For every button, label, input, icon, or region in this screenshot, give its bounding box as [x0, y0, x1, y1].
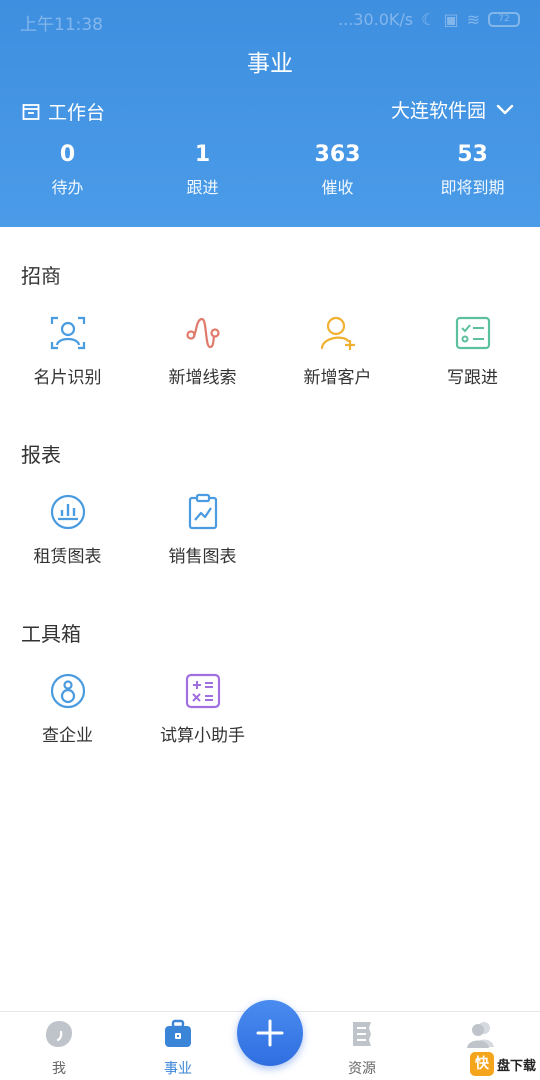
lease-chart-icon: [50, 494, 85, 530]
tab-me-label: 我: [52, 1061, 66, 1077]
new-customer-button[interactable]: 新增客户: [270, 313, 405, 388]
company-search-label: 查企业: [42, 726, 93, 746]
stat-value: 363: [314, 142, 361, 167]
stat-label: 待办: [51, 178, 84, 197]
lease-chart-label: 租赁图表: [33, 547, 102, 567]
stat-expiring[interactable]: 53 即将到期: [405, 140, 540, 198]
lead-icon: [185, 317, 220, 349]
stat-label: 跟进: [186, 178, 219, 197]
write-followup-button[interactable]: 写跟进: [405, 313, 540, 388]
stat-label: 催收: [321, 178, 354, 197]
add-customer-icon: [320, 316, 355, 350]
new-customer-label: 新增客户: [303, 368, 372, 388]
followup-icon: [455, 316, 490, 350]
card-scan-icon: [50, 316, 85, 350]
tab-business[interactable]: 事业: [124, 1018, 232, 1078]
watermark-logo: 快 盘下载: [469, 1052, 536, 1076]
briefcase-icon: [165, 1019, 191, 1047]
company-search-button[interactable]: 查企业: [0, 671, 135, 746]
stats-row: 0 待办 1 跟进 363 催收 53 即将到期: [0, 140, 540, 210]
sales-chart-button[interactable]: 销售图表: [135, 492, 270, 567]
stat-value: 53: [457, 142, 488, 167]
document-icon: [353, 1022, 371, 1046]
status-time: 上午11:38: [20, 15, 103, 35]
tab-resources-label: 资源: [348, 1061, 376, 1077]
add-button[interactable]: [237, 1000, 303, 1066]
card-scan-label: 名片识别: [33, 368, 102, 388]
tab-business-label: 事业: [164, 1061, 192, 1077]
stat-todo[interactable]: 0 待办: [0, 140, 135, 198]
chevron-down-icon: [496, 104, 514, 114]
calculator-button[interactable]: 试算小助手: [135, 671, 270, 746]
battery-icon: 72: [488, 12, 520, 27]
status-right: ...30.0K/s ☾ ▣ ≋ 72: [338, 10, 520, 29]
workbench-button[interactable]: 工作台: [22, 98, 105, 125]
sim-icon: ▣: [443, 10, 459, 29]
tab-resources[interactable]: 资源: [308, 1018, 416, 1078]
stat-label: 即将到期: [440, 178, 505, 197]
watermark-badge: 快: [469, 1052, 494, 1076]
network-speed: ...30.0K/s: [338, 10, 414, 29]
card-scan-button[interactable]: 名片识别: [0, 313, 135, 388]
section-title-tools: 工具箱: [21, 622, 81, 646]
tab-me[interactable]: 我: [5, 1018, 113, 1078]
plus-icon: [256, 1019, 284, 1047]
write-followup-label: 写跟进: [447, 368, 498, 388]
watermark-text: 盘下载: [496, 1058, 536, 1074]
new-lead-label: 新增线索: [168, 368, 237, 388]
new-lead-button[interactable]: 新增线索: [135, 313, 270, 388]
moon-icon: ☾: [421, 10, 436, 29]
stat-followup[interactable]: 1 跟进: [135, 140, 270, 198]
calculator-icon: [185, 673, 220, 709]
sales-chart-icon: [188, 493, 217, 530]
workbench-icon: [22, 103, 40, 120]
sales-chart-label: 销售图表: [168, 547, 237, 567]
park-name: 大连软件园: [390, 100, 486, 122]
profile-bubble-icon: [46, 1021, 72, 1047]
page-title: 事业: [247, 51, 293, 77]
park-selector[interactable]: 大连软件园: [391, 96, 514, 123]
contacts-icon: [467, 1022, 494, 1048]
calculator-label: 试算小助手: [160, 726, 245, 746]
lease-chart-button[interactable]: 租赁图表: [0, 492, 135, 567]
section-title-reports: 报表: [21, 443, 61, 467]
section-title-investment: 招商: [21, 264, 61, 288]
stat-collection[interactable]: 363 催收: [270, 140, 405, 198]
stat-value: 0: [59, 142, 76, 167]
wifi-icon: ≋: [466, 10, 480, 29]
company-search-icon: [50, 673, 85, 709]
header: 上午11:38 ...30.0K/s ☾ ▣ ≋ 72 事业 工作台 大连软件园…: [0, 0, 540, 227]
status-bar: 上午11:38 ...30.0K/s ☾ ▣ ≋ 72: [0, 0, 540, 40]
stat-value: 1: [194, 142, 211, 167]
workbench-label: 工作台: [48, 102, 106, 124]
